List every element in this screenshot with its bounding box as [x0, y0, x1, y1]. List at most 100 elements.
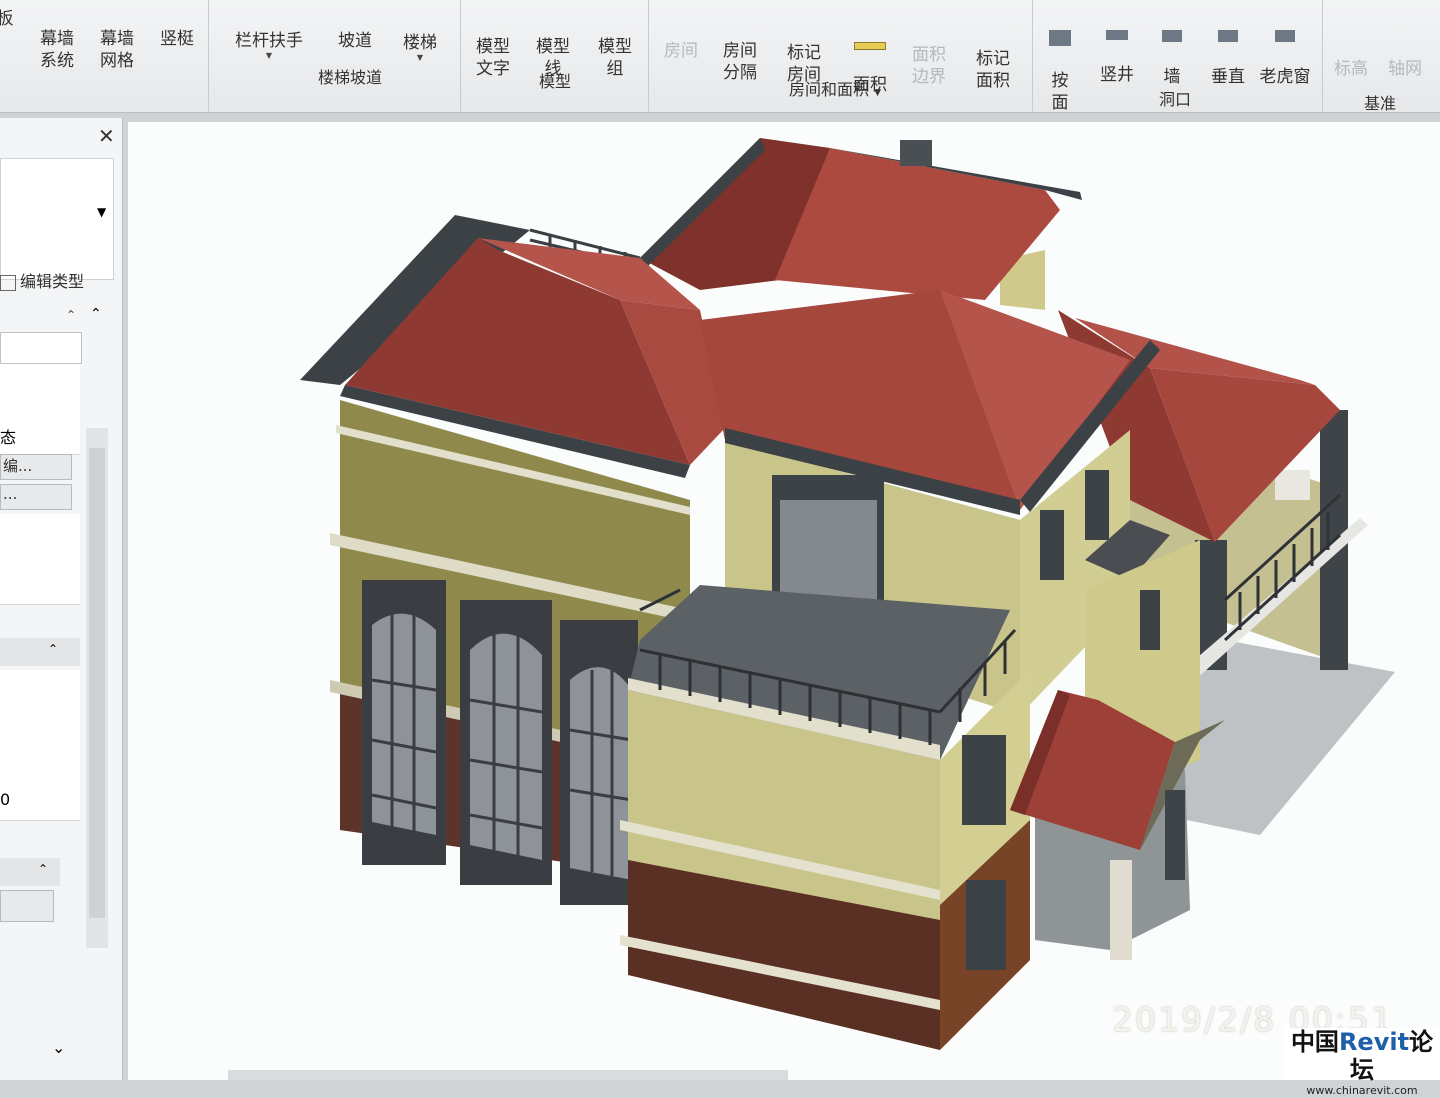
separator	[1322, 0, 1323, 112]
property-edit-button[interactable]: 编...	[0, 454, 72, 480]
room-separator-button[interactable]: 房间 分隔	[712, 18, 768, 84]
property-edit-label: 编...	[3, 457, 33, 475]
shaft-button[interactable]: 竖井	[1092, 8, 1142, 86]
dropdown-arrow-icon: ▼	[265, 51, 273, 60]
separator	[648, 0, 649, 112]
property-row	[0, 700, 80, 731]
level-label: 标高	[1334, 59, 1368, 79]
property-edit-button-2[interactable]: ...	[0, 484, 72, 510]
porch-column	[1110, 860, 1132, 960]
property-field[interactable]	[0, 332, 82, 364]
property-row	[0, 574, 80, 605]
property-row	[0, 514, 80, 545]
chevron-down-icon[interactable]: ▼	[97, 205, 106, 219]
villa-3d-model[interactable]	[128, 122, 1440, 1080]
group-model: 模型	[538, 72, 571, 91]
side-window	[1140, 590, 1160, 650]
watermark-title-revit: Revit	[1338, 1028, 1410, 1056]
tag-area-label: 标记 面积	[976, 49, 1010, 91]
vertical-opening-icon	[1218, 30, 1238, 42]
room-label: 房间	[664, 41, 698, 61]
by-face-icon	[1049, 30, 1071, 46]
property-row	[0, 394, 80, 425]
wall-opening-icon	[1162, 30, 1182, 42]
group-room-area-label: 房间和面积	[788, 80, 869, 99]
properties-panel: ✕ ▼ 编辑类型 ⌃ ⌃ 态 编... ... ⌃ 0 ⌃ ⌄	[0, 118, 123, 1080]
property-row	[0, 544, 80, 575]
scrollbar-thumb[interactable]	[89, 448, 105, 918]
area-boundary-button[interactable]: 面积 边界	[902, 22, 956, 88]
collapse-icon[interactable]: ⌃	[38, 862, 48, 876]
watermark-url: www.chinarevit.com	[1306, 1084, 1418, 1097]
vertical-opening-button[interactable]: 垂直	[1204, 8, 1252, 88]
by-face-label: 按 面	[1051, 71, 1069, 113]
property-row	[0, 730, 80, 761]
dropdown-arrow-icon: ▼	[416, 53, 424, 62]
edit-type-label: 编辑类型	[20, 272, 85, 291]
vertical-opening-label: 垂直	[1211, 67, 1245, 87]
area-icon	[854, 42, 886, 50]
room-separator-label: 房间 分隔	[723, 41, 757, 83]
ribbon: 板 幕墙 系统 幕墙 网格 竖梃 栏杆扶手 ▼ 坡道 楼梯 ▼ 楼梯坡道 模型 …	[0, 0, 1440, 113]
close-icon[interactable]: ✕	[98, 124, 115, 148]
section-header[interactable]: ⌃	[0, 858, 60, 886]
property-state-label: 态	[0, 428, 17, 447]
3d-view-canvas[interactable]	[128, 122, 1440, 1080]
view-control-bar[interactable]	[228, 1070, 788, 1080]
property-row	[0, 670, 80, 701]
room-button[interactable]: 房间	[656, 18, 706, 62]
wall-opening-label: 墙	[1163, 67, 1181, 87]
curtain-system-button[interactable]: 幕墙 系统	[30, 6, 84, 72]
property-row	[0, 760, 80, 791]
partial-tool[interactable]: 板	[0, 8, 20, 30]
separator	[460, 0, 461, 112]
mullion-button[interactable]: 竖梃	[150, 6, 204, 50]
collapse-icon[interactable]: ⌃	[66, 308, 76, 322]
group-room-area: 房间和面积 ▼	[760, 76, 910, 100]
balcony-opening	[1275, 470, 1310, 500]
scrollbar[interactable]	[86, 428, 108, 948]
area-boundary-label: 面积 边界	[912, 45, 946, 87]
side-window	[1040, 510, 1064, 580]
dropdown-arrow-icon[interactable]: ▼	[874, 88, 881, 98]
chevron-down-icon[interactable]: ⌄	[52, 1038, 65, 1057]
grid-button[interactable]: 轴网	[1380, 36, 1430, 80]
group-opening: 洞口	[1158, 90, 1191, 109]
site-watermark: 中国Revit论坛 www.chinarevit.com	[1284, 1028, 1440, 1097]
property-value: 0	[0, 790, 11, 809]
front-side-window	[966, 880, 1006, 970]
scroll-up-icon[interactable]: ⌃	[90, 306, 102, 322]
property-row: 态	[0, 424, 80, 455]
porch-column	[1165, 790, 1185, 880]
section-header[interactable]: ⌃	[0, 638, 80, 666]
watermark-title-left: 中国	[1290, 1028, 1339, 1056]
railing-label: 栏杆扶手	[235, 31, 303, 51]
property-row	[0, 364, 80, 395]
type-selector[interactable]: ▼	[0, 158, 114, 280]
by-face-button[interactable]: 按 面	[1036, 8, 1084, 114]
curtain-grid-button[interactable]: 幕墙 网格	[90, 6, 144, 72]
partial-tool-label: 板	[0, 9, 14, 29]
ramp-label: 坡道	[338, 31, 372, 51]
watermark-title: 中国Revit论坛	[1284, 1028, 1440, 1084]
front-side-window	[962, 735, 1006, 825]
tag-area-button[interactable]: 标记 面积	[964, 26, 1022, 92]
group-datum: 基准	[1363, 94, 1396, 113]
collapse-icon[interactable]: ⌃	[48, 642, 58, 656]
mullion-label: 竖梃	[160, 29, 194, 49]
curtain-grid-label: 幕墙 网格	[100, 29, 134, 71]
property-field[interactable]	[0, 890, 54, 922]
property-edit-label-2: ...	[3, 485, 18, 503]
dormer-label: 老虎窗	[1259, 67, 1311, 87]
curtain-system-label: 幕墙 系统	[40, 29, 74, 71]
dormer-button[interactable]: 老虎窗	[1256, 8, 1314, 88]
edit-type-button[interactable]: 编辑类型	[0, 268, 84, 292]
level-button[interactable]: 标高	[1326, 36, 1376, 80]
grid-label: 轴网	[1388, 59, 1422, 79]
wall-opening-button[interactable]: 墙	[1150, 8, 1194, 88]
stair-label: 楼梯	[403, 33, 437, 53]
ramp-button[interactable]: 坡道	[330, 8, 380, 52]
edit-type-icon	[0, 274, 16, 291]
shaft-label: 竖井	[1100, 65, 1134, 85]
group-stairs-ramp: 楼梯坡道	[317, 68, 382, 87]
